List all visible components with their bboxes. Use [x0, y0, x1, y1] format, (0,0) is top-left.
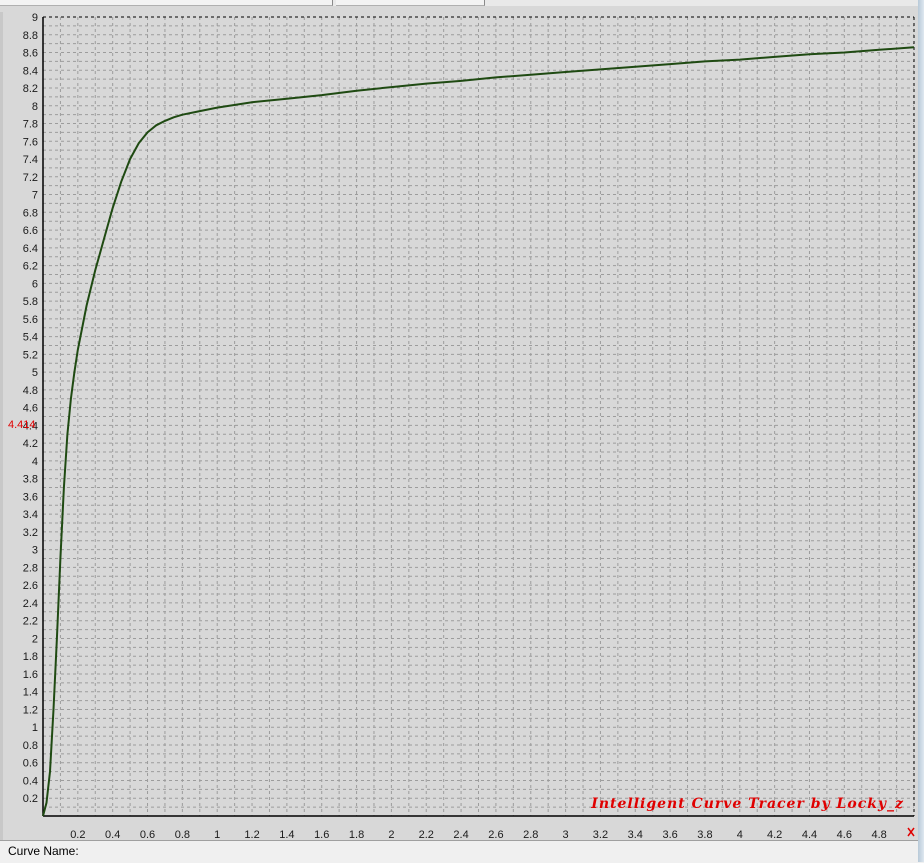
x-tick-label: 4 [737, 829, 743, 840]
plot-area[interactable]: 0.2 0.4 0.6 0.8 1 1.2 1.4 1.6 1.8 2 2.2 2.4 2.6 2.8 3 3… [0, 6, 918, 846]
y-tick-label: 1.4 [23, 687, 38, 699]
y-tick-label: 7.6 [23, 136, 38, 148]
x-tick-label: 0.6 [140, 829, 155, 840]
x-tick-label: 2 [388, 829, 394, 840]
y-tick-label: 8 [32, 101, 38, 113]
x-tick-label: 1 [214, 829, 220, 840]
x-tick-label: 4.2 [767, 829, 782, 840]
y-tick-labels: 0.2 0.4 0.6 0.8 1 1.2 1.4 1.6 1.8 2 2.2 2.4 2.6 2.8 3 3… [23, 12, 38, 805]
y-tick-label: 1 [32, 722, 38, 734]
x-tick-label: 0.8 [175, 829, 190, 840]
y-tick-label: 2.6 [23, 580, 38, 592]
y-tick-label: 5.8 [23, 296, 38, 308]
y-tick-label: 0.4 [23, 775, 38, 787]
y-tick-label: 5.6 [23, 314, 38, 326]
x-tick-label: 4.6 [837, 829, 852, 840]
y-tick-label: 3.6 [23, 491, 38, 503]
watermark-text: Intelligent Curve Tracer by Locky_z [590, 796, 904, 812]
x-tick-label: 3.2 [593, 829, 608, 840]
y-tick-label: 4.8 [23, 385, 38, 397]
y-tick-label: 7.4 [23, 154, 38, 166]
x-axis-end-marker [907, 827, 915, 837]
y-tick-label: 6.6 [23, 225, 38, 237]
y-tick-label: 7.8 [23, 119, 38, 131]
x-tick-label: 0.2 [70, 829, 85, 840]
curve-name-label: Curve Name: [8, 844, 79, 858]
y-tick-label: 6 [32, 278, 38, 290]
y-tick-label: 8.8 [23, 30, 38, 42]
y-tick-label: 2 [32, 633, 38, 645]
x-tick-label: 1.8 [349, 829, 364, 840]
x-tick-label: 4.4 [802, 829, 817, 840]
x-tick-label: 3 [563, 829, 569, 840]
x-tick-label: 2.4 [453, 829, 468, 840]
y-tick-label: 1.2 [23, 704, 38, 716]
x-tick-label: 0.4 [105, 829, 120, 840]
x-tick-label: 2.2 [419, 829, 434, 840]
y-tick-label: 6.2 [23, 261, 38, 273]
y-tick-label: 2.2 [23, 616, 38, 628]
y-tick-label: 5.4 [23, 332, 38, 344]
y-tick-label: 7 [32, 190, 38, 202]
x-tick-label: 2.6 [488, 829, 503, 840]
y-tick-label: 4.2 [23, 438, 38, 450]
y-tick-label: 1.6 [23, 669, 38, 681]
y-tick-label: 8.2 [23, 83, 38, 95]
y-tick-label: 7.2 [23, 172, 38, 184]
cursor-y-value-label: 4.414 [8, 419, 36, 431]
y-tick-label: 1.8 [23, 651, 38, 663]
y-tick-label: 4.6 [23, 403, 38, 415]
y-tick-label: 3.8 [23, 474, 38, 486]
x-tick-label: 2.8 [523, 829, 538, 840]
grid-lines [42, 16, 915, 817]
y-tick-label: 8.4 [23, 65, 38, 77]
y-tick-label: 6.4 [23, 243, 38, 255]
y-tick-label: 2.4 [23, 598, 38, 610]
y-tick-label: 4 [32, 456, 38, 468]
x-tick-label: 3.6 [662, 829, 677, 840]
x-tick-label: 1.6 [314, 829, 329, 840]
chart-svg[interactable]: 0.2 0.4 0.6 0.8 1 1.2 1.4 1.6 1.8 2 2.2 2.4 2.6 2.8 3 3… [0, 6, 918, 840]
x-tick-label: 1.2 [244, 829, 259, 840]
x-tick-label: 4.8 [872, 829, 887, 840]
status-bar: Curve Name: [0, 840, 918, 863]
y-tick-label: 5 [32, 367, 38, 379]
y-tick-label: 5.2 [23, 349, 38, 361]
y-tick-label: 0.6 [23, 758, 38, 770]
x-tick-label: 3.8 [697, 829, 712, 840]
x-tick-label: 1.4 [279, 829, 294, 840]
y-tick-label: 6.8 [23, 207, 38, 219]
y-tick-label: 2.8 [23, 562, 38, 574]
x-tick-labels: 0.2 0.4 0.6 0.8 1 1.2 1.4 1.6 1.8 2 2.2 2.4 2.6 2.8 3 3… [70, 829, 887, 840]
window-right-edge [918, 0, 924, 862]
y-tick-label: 0.2 [23, 793, 38, 805]
y-tick-label: 3.2 [23, 527, 38, 539]
y-tick-label: 3.4 [23, 509, 38, 521]
y-tick-label: 9 [32, 12, 38, 24]
x-tick-label: 3.4 [628, 829, 643, 840]
y-tick-label: 0.8 [23, 740, 38, 752]
y-tick-label: 8.6 [23, 48, 38, 60]
y-tick-label: 3 [32, 545, 38, 557]
